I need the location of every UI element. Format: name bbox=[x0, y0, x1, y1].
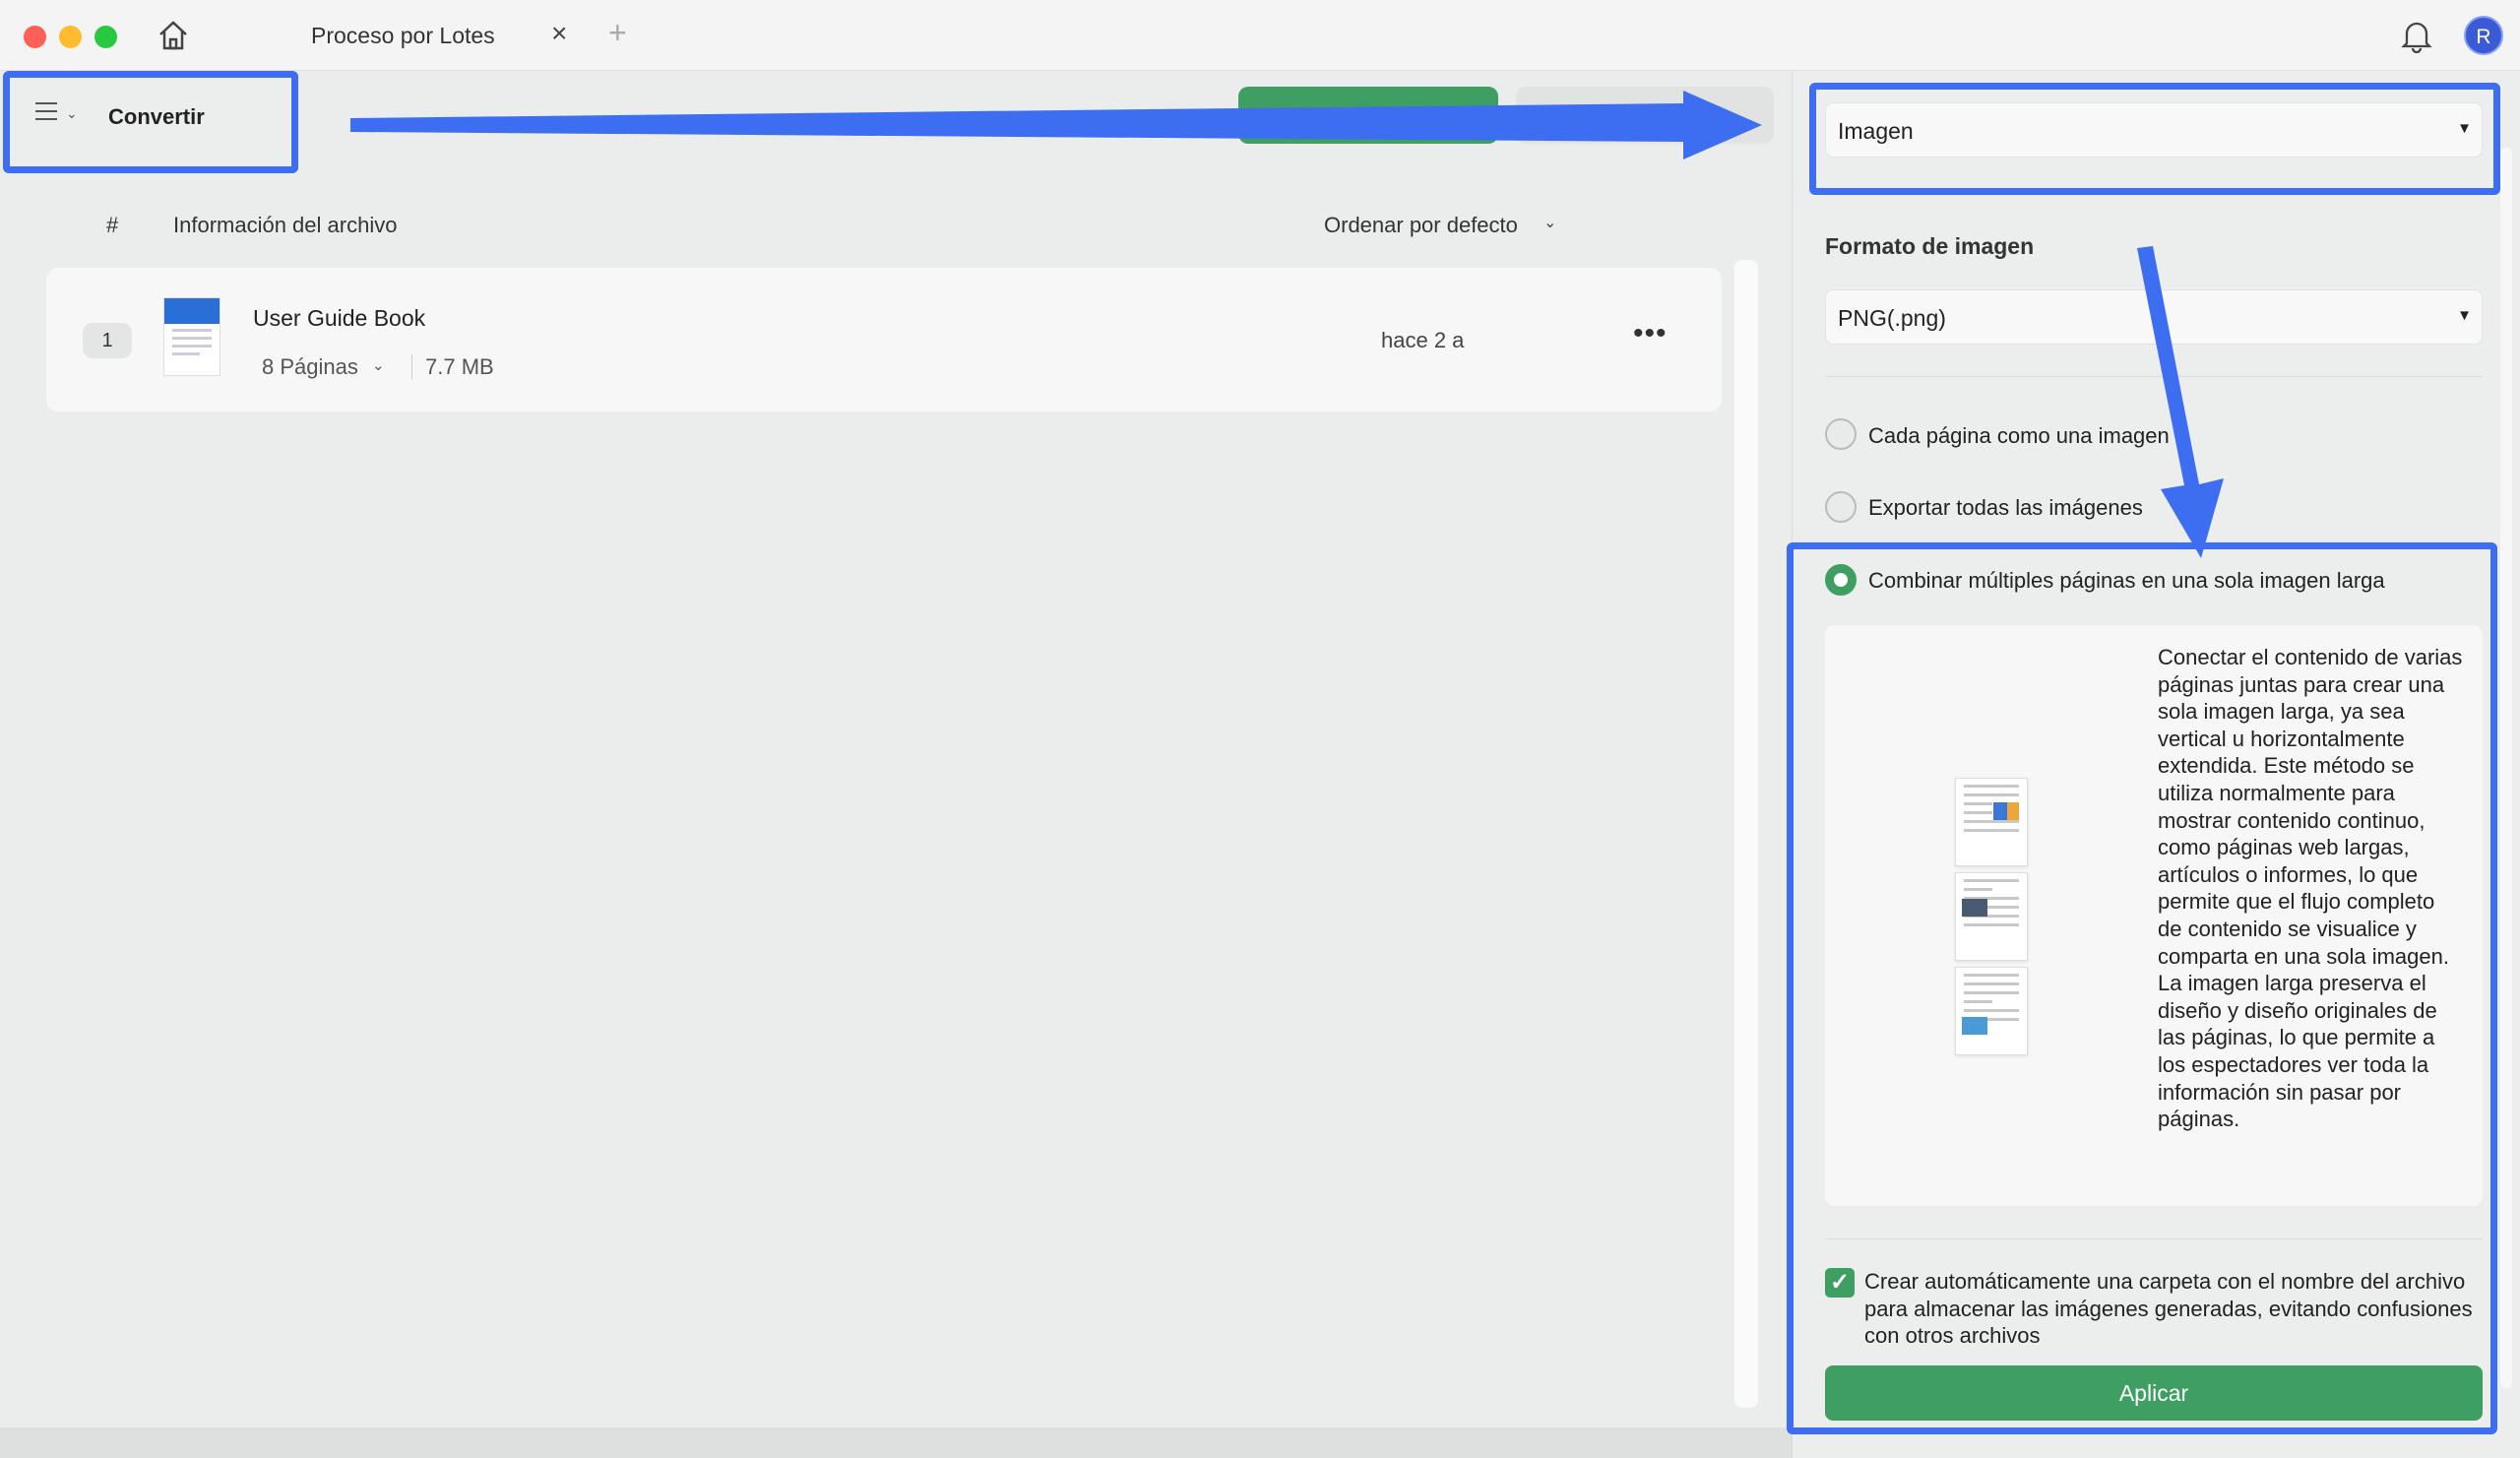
arrow-to-combine-option bbox=[2137, 246, 2224, 558]
arrow-to-output-type bbox=[350, 91, 1762, 159]
annotation-arrows bbox=[350, 91, 2224, 558]
